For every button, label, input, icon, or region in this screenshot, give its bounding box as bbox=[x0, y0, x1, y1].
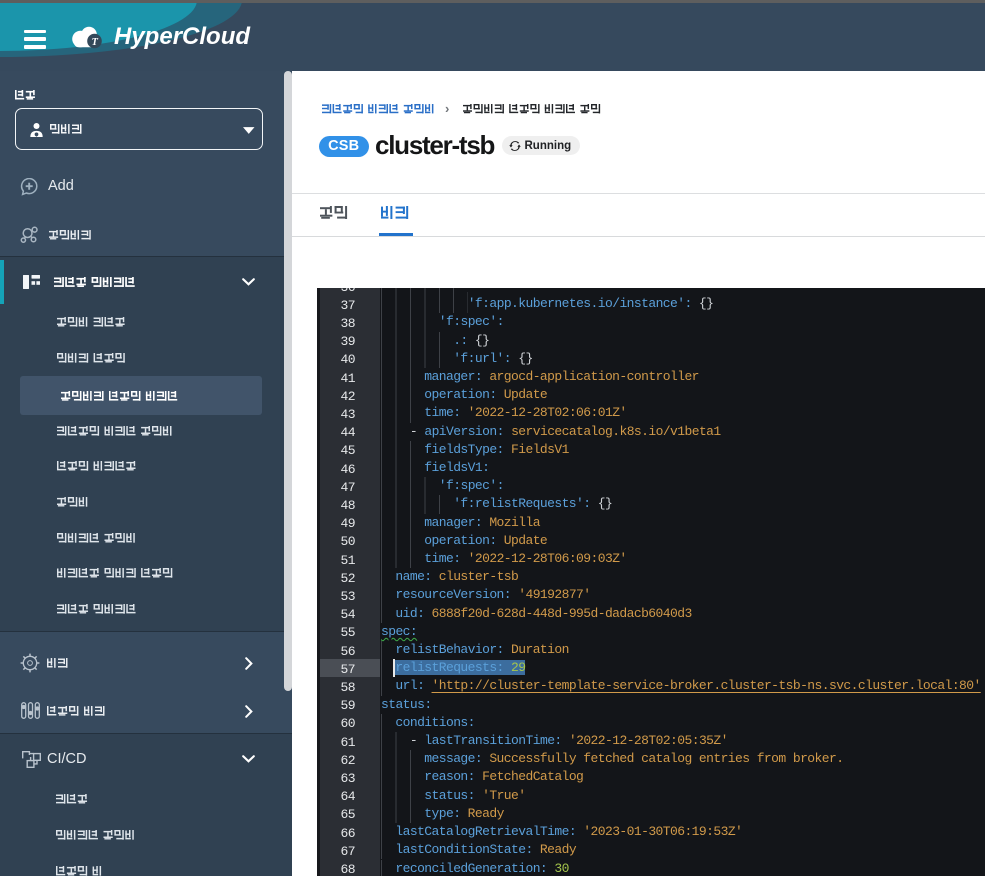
svg-text:T: T bbox=[91, 37, 98, 48]
